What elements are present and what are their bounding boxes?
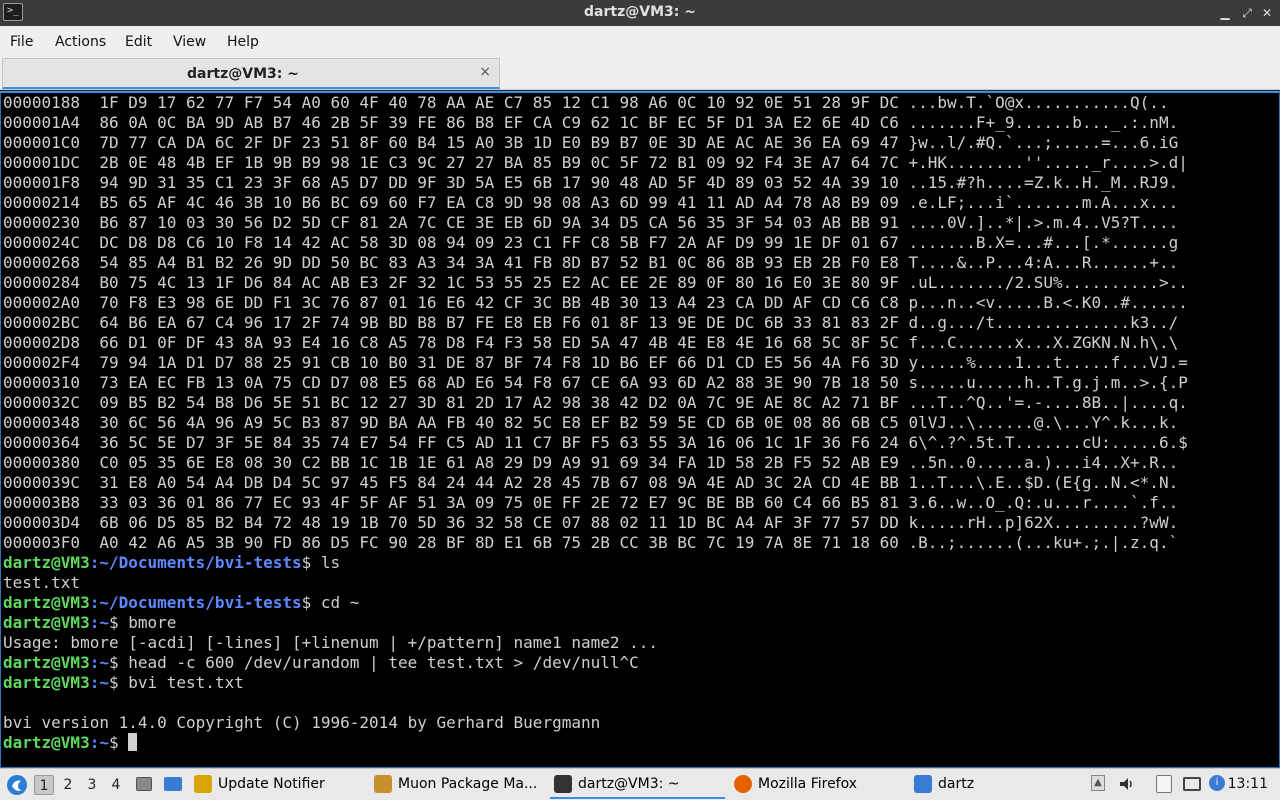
hex-dump-line: 00000364 36 5C 5E D7 3F 5E 84 35 74 E7 5… (3, 433, 1188, 452)
terminal-icon (554, 775, 572, 793)
prompt-path: :~ (89, 613, 109, 632)
hex-dump-line: 000001F8 94 9D 31 35 C1 23 3F 68 A5 D7 D… (3, 173, 1179, 192)
prompt-path: :~ (89, 733, 109, 752)
hex-dump-line: 000002A0 70 F8 E3 98 6E DD F1 3C 76 87 0… (3, 293, 1188, 312)
tab-label: dartz@VM3: ~ (187, 66, 299, 82)
prompt-line: dartz@VM3:~/Documents/bvi-tests$ ls (3, 553, 340, 573)
workspace-4[interactable]: 4 (106, 775, 126, 795)
minimize-icon[interactable]: ▁ (1216, 4, 1234, 22)
command-text: $ bvi test.txt (108, 673, 244, 692)
task-update-notifier[interactable]: Update Notifier (190, 771, 360, 799)
prompt-path: :~/Documents/bvi-tests (89, 593, 302, 612)
hex-dump-line: 000003B8 33 03 36 01 86 77 EC 93 4F 5F A… (3, 493, 1179, 512)
hex-dump-line: 00000214 B5 65 AF 4C 46 3B 10 B6 BC 69 6… (3, 193, 1179, 212)
hex-dump-line: 000001DC 2B 0E 48 4B EF 1B 9B B9 98 1E C… (3, 153, 1188, 172)
workspace-3[interactable]: 3 (82, 775, 102, 795)
output-line: bvi version 1.4.0 Copyright (C) 1996-201… (3, 713, 601, 732)
start-menu-icon[interactable] (4, 769, 30, 800)
command-text: $ ls (301, 553, 341, 572)
hex-dump-line: 00000348 30 6C 56 4A 96 A9 5C B3 87 9D B… (3, 413, 1179, 432)
workspace-2[interactable]: 2 (58, 775, 78, 795)
hex-dump-line: 000002F4 79 94 1A D1 D7 88 25 91 CB 10 B… (3, 353, 1188, 372)
task-label: Update Notifier (218, 776, 325, 792)
menu-file[interactable]: File (10, 34, 33, 50)
maximize-icon[interactable]: ⤢ (1238, 4, 1256, 22)
tab-bar: dartz@VM3: ~ × (0, 58, 1280, 90)
hex-dump-line: 00000310 73 EA EC FB 13 0A 75 CD D7 08 E… (3, 373, 1188, 392)
hex-dump-line: 000001C0 7D 77 CA DA 6C 2F DF 23 51 8F 6… (3, 133, 1179, 152)
command-text: $ (108, 733, 129, 752)
tray-up-arrow-icon[interactable]: ▲ (1091, 775, 1109, 793)
menu-edit[interactable]: Edit (125, 34, 152, 50)
prompt-line: dartz@VM3:~/Documents/bvi-tests$ cd ~ (3, 593, 359, 613)
hex-dump-line: 00000268 54 85 A4 B1 B2 26 9D DD 50 BC 8… (3, 253, 1179, 272)
command-text: $ bmore (108, 613, 177, 632)
clipboard-icon[interactable] (1156, 775, 1174, 793)
show-desktop-icon[interactable] (134, 769, 154, 800)
menu-actions[interactable]: Actions (55, 34, 106, 50)
prompt-user: dartz@VM3 (3, 673, 90, 692)
prompt-line: dartz@VM3:~$ bvi test.txt (3, 673, 244, 693)
hex-dump-line: 0000024C DC D8 D8 C6 10 F8 14 42 AC 58 3… (3, 233, 1179, 252)
prompt-path: :~ (89, 673, 109, 692)
close-icon[interactable]: ✕ (1258, 4, 1276, 22)
prompt-user: dartz@VM3 (3, 613, 90, 632)
tab-terminal[interactable]: dartz@VM3: ~ × (2, 58, 500, 89)
firefox-icon (734, 775, 752, 793)
task-terminal[interactable]: dartz@VM3: ~ (550, 771, 725, 799)
output-line: Usage: bmore [-acdi] [-lines] [+linenum … (3, 633, 659, 652)
output-line: test.txt (3, 573, 81, 592)
folder-icon (914, 775, 932, 793)
hex-dump-line: 0000039C 31 E8 A0 54 A4 DB D4 5C 97 45 F… (3, 473, 1179, 492)
prompt-user: dartz@VM3 (3, 733, 90, 752)
hex-dump-line: 00000188 1F D9 17 62 77 F7 54 A0 60 4F 4… (3, 93, 1169, 112)
update-notifier-icon (194, 775, 212, 793)
command-text: $ head -c 600 /dev/urandom | tee test.tx… (108, 653, 639, 672)
task-package-manager[interactable]: Muon Package Ma... (370, 771, 540, 799)
menu-bar: File Actions Edit View Help (0, 26, 1280, 58)
prompt-line: dartz@VM3:~$ bmore (3, 613, 176, 633)
prompt-line: dartz@VM3:~$ (3, 733, 138, 753)
window-titlebar[interactable]: >_ dartz@VM3: ~ ▁ ⤢ ✕ (0, 0, 1280, 26)
task-label: Muon Package Ma... (398, 776, 538, 792)
hex-dump-line: 000003F0 A0 42 A6 A5 3B 90 FD 86 D5 FC 9… (3, 533, 1179, 552)
package-manager-icon (374, 775, 392, 793)
hex-dump-line: 00000380 C0 05 35 6E E8 08 30 C2 BB 1C 1… (3, 453, 1179, 472)
hex-dump-line: 000001A4 86 0A 0C BA 9D AB B7 46 2B 5F 3… (3, 113, 1179, 132)
taskbar: 1234 Update Notifier Muon Package Ma... da… (0, 768, 1280, 800)
prompt-user: dartz@VM3 (3, 553, 90, 572)
hex-dump-line: 000002D8 66 D1 0F DF 43 8A 93 E4 16 C8 A… (3, 333, 1179, 352)
window-title: dartz@VM3: ~ (584, 4, 696, 20)
volume-icon[interactable] (1118, 775, 1136, 793)
prompt-path: :~ (89, 653, 109, 672)
prompt-path: :~/Documents/bvi-tests (89, 553, 302, 572)
hex-dump-line: 00000230 B6 87 10 03 30 56 D2 5D CF 81 2… (3, 213, 1179, 232)
hex-dump-line: 0000032C 09 B5 B2 54 B8 D6 5E 51 BC 12 2… (3, 393, 1188, 412)
prompt-user: dartz@VM3 (3, 593, 90, 612)
prompt-line: dartz@VM3:~$ head -c 600 /dev/urandom | … (3, 653, 639, 673)
menu-help[interactable]: Help (227, 34, 259, 50)
network-icon[interactable]: i (1209, 775, 1227, 793)
command-text: $ cd ~ (301, 593, 360, 612)
task-label: dartz (938, 776, 975, 792)
hex-dump-line: 00000284 B0 75 4C 13 1F D6 84 AC AB E3 2… (3, 273, 1188, 292)
tab-close-icon[interactable]: × (479, 64, 491, 80)
task-label: dartz@VM3: ~ (578, 776, 680, 792)
text-cursor[interactable] (128, 733, 138, 751)
hex-dump-line: 000002BC 64 B6 EA 67 C4 96 17 2F 74 9B B… (3, 313, 1179, 332)
hex-dump-line: 000003D4 6B 06 D5 85 B2 B4 72 48 19 1B 7… (3, 513, 1179, 532)
terminal-output[interactable]: 00000188 1F D9 17 62 77 F7 54 A0 60 4F 4… (0, 91, 1280, 768)
clock[interactable]: 13:11 (1228, 776, 1268, 792)
browser-launcher-icon[interactable] (162, 769, 184, 800)
task-folder[interactable]: dartz (910, 771, 1080, 799)
task-firefox[interactable]: Mozilla Firefox (730, 771, 900, 799)
workspace-1[interactable]: 1 (34, 775, 54, 795)
menu-view[interactable]: View (173, 34, 206, 50)
task-label: Mozilla Firefox (758, 776, 858, 792)
prompt-user: dartz@VM3 (3, 653, 90, 672)
display-icon[interactable] (1183, 775, 1201, 793)
